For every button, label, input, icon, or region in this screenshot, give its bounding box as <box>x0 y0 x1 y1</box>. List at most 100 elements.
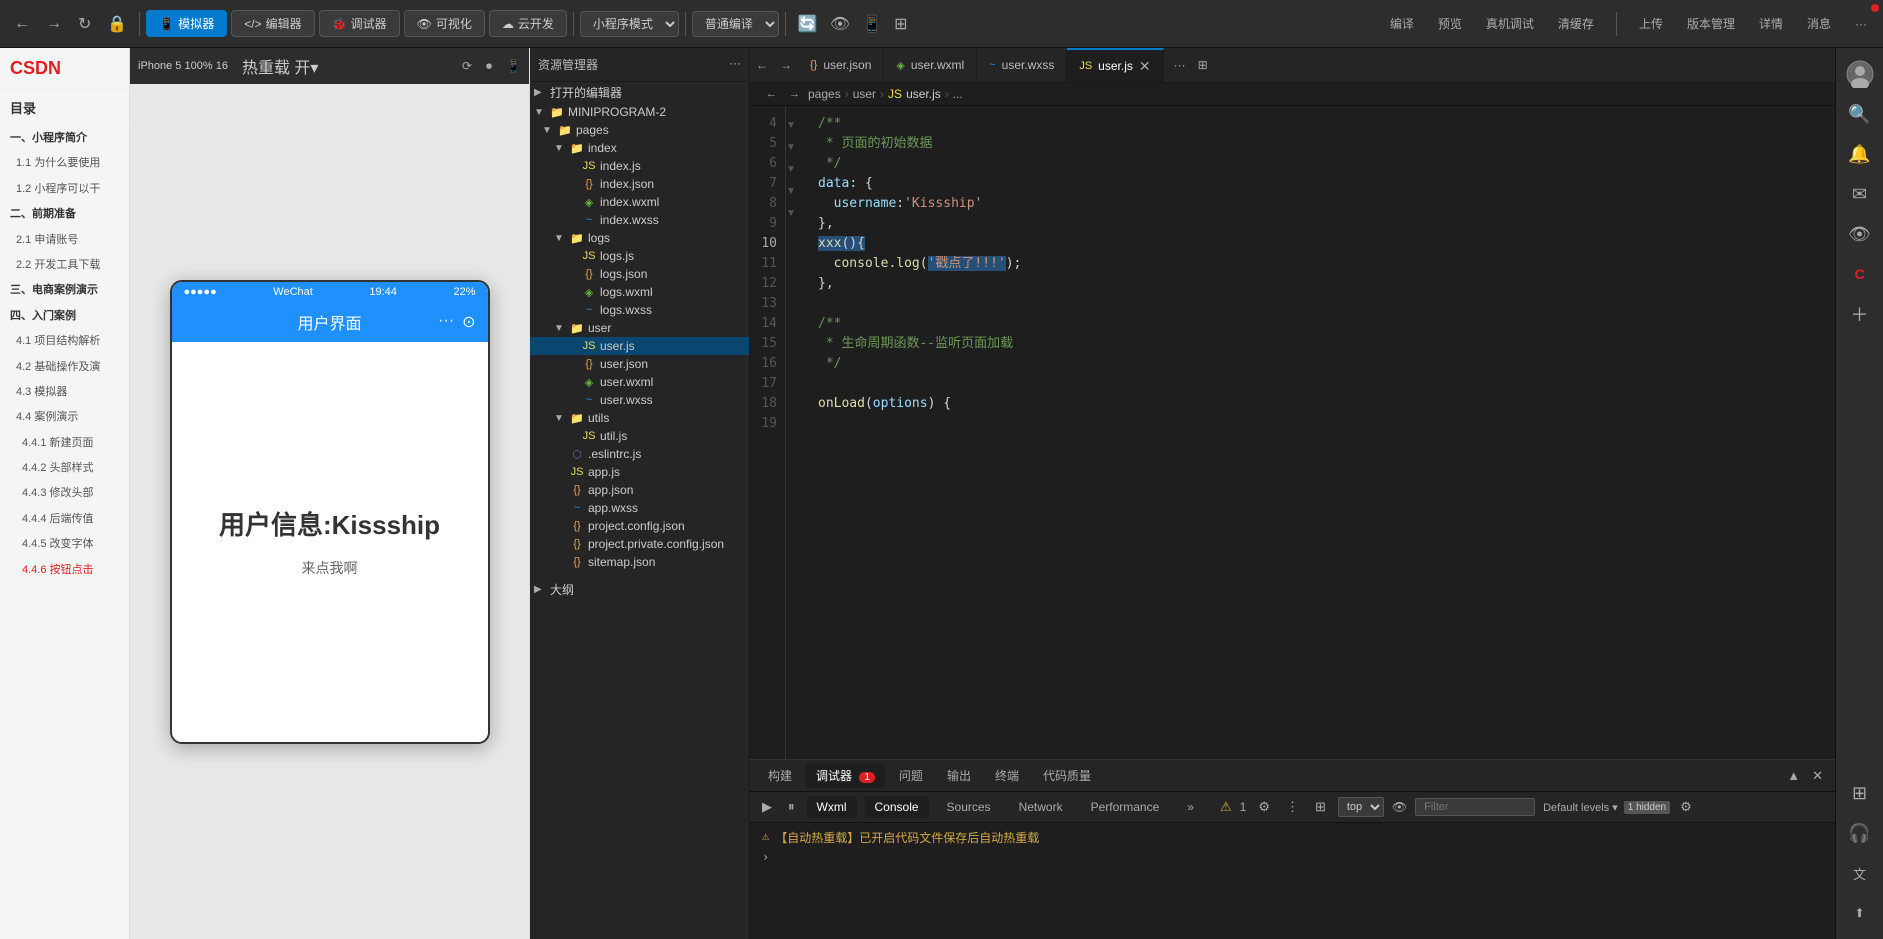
code-content[interactable]: /** * 页面的初始数据 */ data: { username:'Kisss… <box>802 106 1835 759</box>
default-levels-label[interactable]: Default levels ▾ <box>1543 801 1618 814</box>
bc-pages[interactable]: pages <box>808 87 841 101</box>
console-eye-icon[interactable]: 👁 <box>1392 800 1407 814</box>
compile-btn[interactable]: 编译 <box>1382 11 1422 36</box>
cloud-tab-button[interactable]: ☁ 云开发 <box>489 10 567 37</box>
hotreload-btn[interactable]: 热重载 开▾ <box>242 54 318 78</box>
sub-tab-more[interactable]: » <box>1177 796 1204 818</box>
translate-btn[interactable]: 文 <box>1842 855 1878 891</box>
sitemap-file[interactable]: {} sitemap.json <box>530 553 749 571</box>
tab-more-btn[interactable]: ··· <box>1168 54 1192 76</box>
console-settings-btn[interactable]: ⚙ <box>1254 797 1274 817</box>
mail-btn[interactable]: ✉ <box>1842 176 1878 212</box>
simulator-record-btn[interactable]: ⏺ <box>486 59 492 74</box>
tab-split-btn[interactable]: ⊞ <box>1192 54 1214 76</box>
mode-select[interactable]: 小程序模式 <box>580 11 679 37</box>
root-folder[interactable]: ▼ 📁 MINIPROGRAM-2 <box>530 103 749 121</box>
logs-js-file[interactable]: JS logs.js <box>530 247 749 265</box>
settings-side-btn[interactable]: ⬆ <box>1842 895 1878 931</box>
user-wxml-file[interactable]: ◈ user.wxml <box>530 373 749 391</box>
breadcrumb-forward[interactable]: → <box>785 87 804 101</box>
forward-button[interactable]: → <box>40 11 68 37</box>
console-expand-btn[interactable]: ⊞ <box>1311 797 1330 817</box>
headset-btn[interactable]: 🎧 <box>1842 815 1878 851</box>
explorer-more-btn[interactable]: ··· <box>729 56 741 73</box>
bc-user[interactable]: user <box>853 87 876 101</box>
csdn-c-btn[interactable]: C <box>1842 256 1878 292</box>
version-mgmt-btn[interactable]: 版本管理 <box>1679 11 1743 36</box>
search-right-btn[interactable]: 🔍 <box>1842 96 1878 132</box>
back-button[interactable]: ← <box>8 11 36 37</box>
project-private-file[interactable]: {} project.private.config.json <box>530 535 749 553</box>
toc-item-4-4[interactable]: 4.4 案例演示 <box>0 405 129 430</box>
util-js-file[interactable]: JS util.js <box>530 427 749 445</box>
tab-user-wxss[interactable]: ~ user.wxss <box>977 48 1067 82</box>
user-json-file[interactable]: {} user.json <box>530 355 749 373</box>
tab-nav-back[interactable]: ← <box>750 56 774 74</box>
tab-code-quality[interactable]: 代码质量 <box>1033 763 1101 788</box>
translate-select[interactable]: 普通编译 <box>692 11 779 37</box>
index-js-file[interactable]: JS index.js <box>530 157 749 175</box>
bell-btn notification[interactable]: 🔔 <box>1842 136 1878 172</box>
fold-7[interactable]: ▼ <box>786 142 796 153</box>
toc-item-4[interactable]: 四、入门案例 <box>0 304 129 329</box>
plus-btn[interactable]: ＋ <box>1842 296 1878 332</box>
tab-terminal[interactable]: 终端 <box>985 763 1029 788</box>
fold-4[interactable]: ▼ <box>786 120 796 131</box>
sub-tab-console[interactable]: Console <box>865 796 929 818</box>
tab-user-json[interactable]: {} user.json <box>798 48 884 82</box>
toc-item-3[interactable]: 三、电商案例演示 <box>0 278 129 303</box>
toc-item-2[interactable]: 二、前期准备 <box>0 202 129 227</box>
index-folder[interactable]: ▼ 📁 index <box>530 139 749 157</box>
logs-folder[interactable]: ▼ 📁 logs <box>530 229 749 247</box>
phone-more-icon[interactable]: ⊙ <box>462 312 475 332</box>
real-debug-btn[interactable]: 真机调试 <box>1478 11 1542 36</box>
console-more-btn[interactable]: ⋮ <box>1282 797 1303 817</box>
app-json-file[interactable]: {} app.json <box>530 481 749 499</box>
project-config-file[interactable]: {} project.config.json <box>530 517 749 535</box>
simulator-phone-btn[interactable]: 📱 <box>506 59 521 73</box>
outline-section[interactable]: ▶ 大纲 <box>530 579 749 600</box>
toc-item-1[interactable]: 一、小程序简介 <box>0 126 129 151</box>
tab-user-js-close[interactable]: ✕ <box>1139 58 1151 75</box>
index-wxml-file[interactable]: ◈ index.wxml <box>530 193 749 211</box>
opened-editors-section[interactable]: ▶ 打开的编辑器 <box>530 82 749 103</box>
notification-btn[interactable]: 消息 <box>1799 11 1839 36</box>
eye-right-btn[interactable]: 👁 <box>1842 216 1878 252</box>
console-stop-btn[interactable]: ⏸ <box>784 797 799 817</box>
upload-btn[interactable]: 上传 <box>1631 11 1671 36</box>
grid-btn[interactable]: ⊞ <box>1842 775 1878 811</box>
csdn-logo[interactable]: CSDN <box>0 48 129 90</box>
app-wxss-file[interactable]: ~ app.wxss <box>530 499 749 517</box>
fold-14[interactable]: ▼ <box>786 186 796 197</box>
toc-item-2-2[interactable]: 2.2 开发工具下载 <box>0 253 129 278</box>
toc-item-4-4-3[interactable]: 4.4.3 修改头部 <box>0 481 129 506</box>
preview-btn[interactable]: 预览 <box>1430 11 1470 36</box>
simulator-refresh-btn[interactable]: ⟳ <box>462 59 472 73</box>
user-folder[interactable]: ▼ 📁 user <box>530 319 749 337</box>
toc-item-1-1[interactable]: 1.1 为什么要使用 <box>0 151 129 176</box>
user-js-file[interactable]: JS user.js <box>530 337 749 355</box>
avatar-btn[interactable] <box>1842 56 1878 92</box>
sub-tab-network[interactable]: Network <box>1009 796 1073 818</box>
sub-tab-wxml[interactable]: Wxml <box>807 796 857 818</box>
toc-item-1-2[interactable]: 1.2 小程序可以干 <box>0 177 129 202</box>
bottom-panel-up[interactable]: ▲ <box>1783 766 1804 785</box>
console-context-select[interactable]: top <box>1338 797 1384 817</box>
simulator-tab-button[interactable]: 📱 模拟器 <box>146 10 227 37</box>
tab-user-js[interactable]: JS user.js ✕ <box>1067 48 1163 82</box>
phone-menu-icon[interactable]: ··· <box>438 312 454 332</box>
console-prompt[interactable]: › <box>762 848 1823 866</box>
toc-item-4-2[interactable]: 4.2 基础操作及演 <box>0 355 129 380</box>
toc-item-4-4-2[interactable]: 4.4.2 头部样式 <box>0 456 129 481</box>
detail-btn[interactable]: 详情 <box>1751 11 1791 36</box>
bc-user-js[interactable]: user.js <box>906 87 941 101</box>
tab-nav-forward[interactable]: → <box>774 56 798 74</box>
toc-item-4-4-4[interactable]: 4.4.4 后端传值 <box>0 507 129 532</box>
bc-more[interactable]: ... <box>953 87 963 101</box>
sub-tab-performance[interactable]: Performance <box>1081 796 1170 818</box>
preview-eye-button[interactable]: 👁 <box>824 10 856 38</box>
pages-folder[interactable]: ▼ 📁 pages <box>530 121 749 139</box>
user-wxss-file[interactable]: ~ user.wxss <box>530 391 749 409</box>
toc-item-4-4-5[interactable]: 4.4.5 改变字体 <box>0 532 129 557</box>
app-js-file[interactable]: JS app.js <box>530 463 749 481</box>
